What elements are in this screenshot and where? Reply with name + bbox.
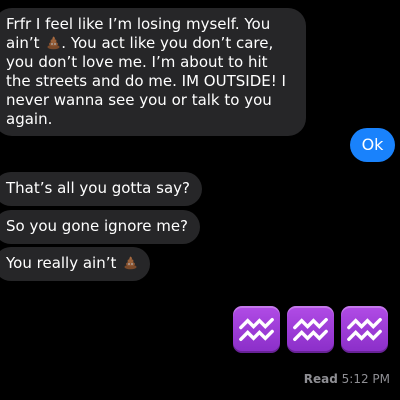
message-text: So you gone ignore me? xyxy=(6,217,189,235)
aquarius-icon xyxy=(287,306,334,353)
message-text: That’s all you gotta say? xyxy=(6,179,190,197)
message-text: You really ain’t xyxy=(6,254,122,272)
message-bubble-incoming[interactable]: That’s all you gotta say? xyxy=(0,172,202,206)
read-time: 5:12 PM xyxy=(341,372,390,386)
message-bubble-outgoing[interactable]: Ok xyxy=(350,128,395,162)
message-bubble-incoming[interactable]: So you gone ignore me? xyxy=(0,210,201,244)
aquarius-icon xyxy=(233,306,280,353)
message-bubble-incoming[interactable]: Frfr I feel like I’m losing myself. You … xyxy=(0,8,306,136)
message-text: Ok xyxy=(361,135,384,154)
message-bubble-incoming[interactable]: You really ain’t xyxy=(0,247,151,281)
pile-of-poo-icon xyxy=(46,35,61,50)
read-status: Read xyxy=(303,372,338,386)
pile-of-poo-icon xyxy=(123,255,138,270)
read-receipt: Read 5:12 PM xyxy=(304,372,390,386)
aquarius-icon xyxy=(341,306,388,353)
